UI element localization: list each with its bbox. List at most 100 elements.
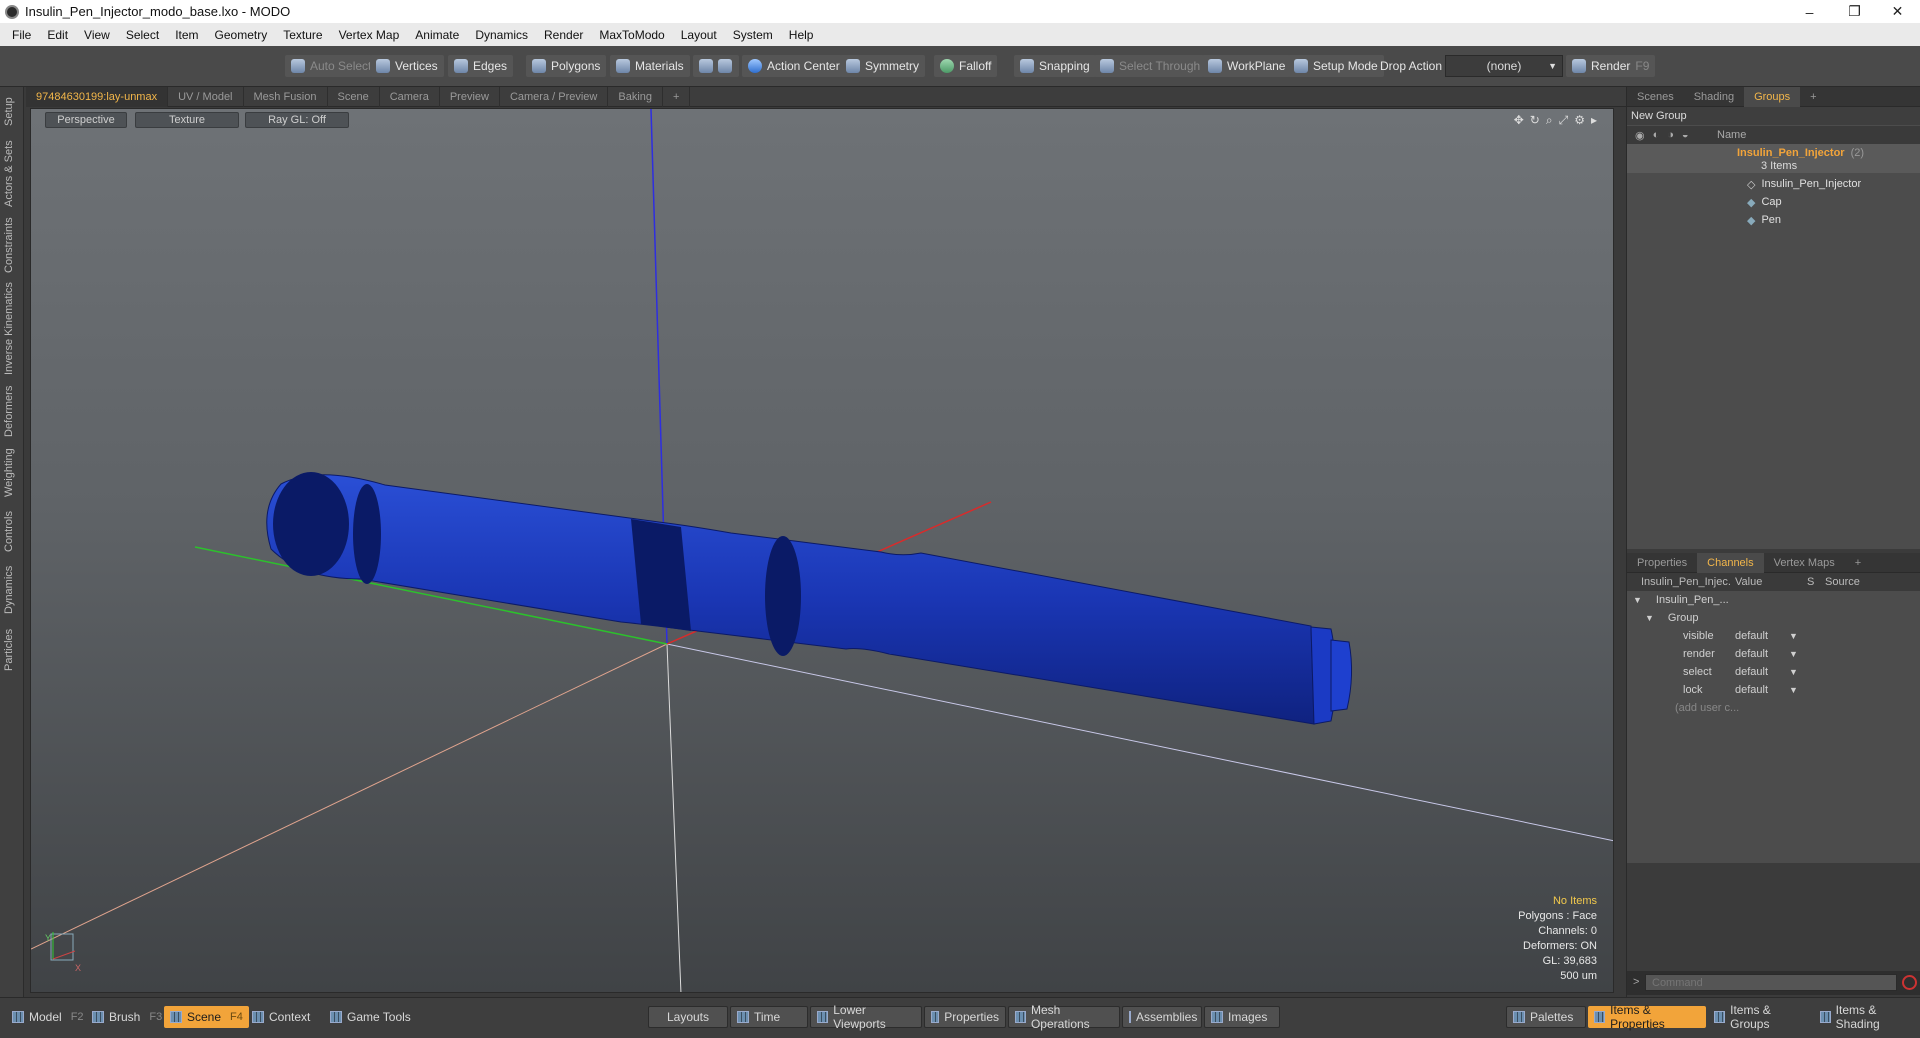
- channel-value[interactable]: default: [1731, 630, 1789, 642]
- add-properties-tab-button[interactable]: +: [1845, 553, 1871, 573]
- items-properties-button[interactable]: Items & Properties: [1588, 1003, 1706, 1031]
- layout-scene-button[interactable]: Scene F4: [164, 1006, 249, 1028]
- tab-deformers[interactable]: Deformers: [3, 383, 21, 439]
- add-panel-tab-button[interactable]: +: [1800, 87, 1826, 107]
- auto-select-button[interactable]: Auto Select: [285, 55, 378, 77]
- menu-file[interactable]: File: [4, 28, 39, 42]
- channel-row[interactable]: select default ▼: [1627, 663, 1920, 681]
- channel-row[interactable]: visible default ▼: [1627, 627, 1920, 645]
- menu-item[interactable]: Item: [167, 28, 206, 42]
- menu-view[interactable]: View: [76, 28, 118, 42]
- tab-vertex-maps[interactable]: Vertex Maps: [1764, 553, 1845, 573]
- assemblies-button[interactable]: Assemblies: [1122, 1006, 1202, 1028]
- polygons-button[interactable]: Polygons: [526, 55, 607, 77]
- time-button[interactable]: Time: [730, 1006, 808, 1028]
- tab-channels[interactable]: Channels: [1697, 552, 1764, 573]
- layout-brush-button[interactable]: Brush F3: [86, 1006, 168, 1028]
- images-button[interactable]: Images: [1204, 1006, 1280, 1028]
- menu-layout[interactable]: Layout: [673, 28, 725, 42]
- menu-edit[interactable]: Edit: [39, 28, 76, 42]
- tab-shading[interactable]: Shading: [1684, 87, 1744, 107]
- tab-uv-model[interactable]: UV / Model: [168, 86, 244, 107]
- group-child-row[interactable]: ◆ Pen: [1627, 211, 1920, 229]
- chevron-down-icon[interactable]: ▼: [1789, 649, 1798, 659]
- tab-controls[interactable]: Controls: [3, 507, 21, 557]
- render-button[interactable]: Render F9: [1566, 55, 1656, 77]
- add-user-channel-row[interactable]: (add user c...: [1627, 699, 1920, 717]
- workplane-button[interactable]: WorkPlane: [1202, 55, 1292, 77]
- eye-icon[interactable]: ◉: [1635, 129, 1645, 142]
- tab-actors-sets[interactable]: Actors & Sets: [3, 139, 21, 209]
- menu-render[interactable]: Render: [536, 28, 591, 42]
- drop-action-select[interactable]: (none) ▼: [1445, 55, 1563, 77]
- mesh-operations-button[interactable]: Mesh Operations: [1008, 1003, 1120, 1031]
- materials-button[interactable]: Materials: [610, 55, 690, 77]
- tab-particles[interactable]: Particles: [3, 623, 21, 677]
- tab-camera-preview[interactable]: Camera / Preview: [500, 86, 609, 107]
- layout-context-button[interactable]: Context: [246, 1006, 316, 1028]
- menu-animate[interactable]: Animate: [407, 28, 467, 42]
- command-input[interactable]: [1645, 974, 1897, 991]
- tab-setup[interactable]: Setup: [3, 91, 21, 133]
- shield-toggle-button[interactable]: [693, 55, 739, 77]
- snapping-button[interactable]: Snapping: [1014, 55, 1096, 77]
- tab-weighting[interactable]: Weighting: [3, 445, 21, 501]
- render-col-icon[interactable]: ◐: [1653, 129, 1660, 142]
- group-child-row[interactable]: ◇ Insulin_Pen_Injector: [1627, 175, 1920, 193]
- add-tab-button[interactable]: +: [663, 86, 691, 107]
- channel-value[interactable]: default: [1731, 684, 1789, 696]
- menu-select[interactable]: Select: [118, 28, 167, 42]
- lock-col-icon[interactable]: ◑: [1667, 129, 1674, 142]
- edges-button[interactable]: Edges: [448, 55, 514, 77]
- tab-scene[interactable]: Scene: [328, 86, 380, 107]
- tab-properties[interactable]: Properties: [1627, 553, 1697, 573]
- select-through-button[interactable]: Select Through: [1094, 55, 1207, 77]
- lower-viewports-button[interactable]: Lower Viewports: [810, 1003, 922, 1031]
- action-center-button[interactable]: Action Center: [742, 55, 846, 77]
- menu-help[interactable]: Help: [781, 28, 822, 42]
- channel-value[interactable]: default: [1731, 666, 1789, 678]
- pen-model[interactable]: [266, 472, 1353, 725]
- 3d-viewport[interactable]: Perspective Texture Ray GL: Off ✥ ↻ ⌕ ⤢ …: [30, 108, 1614, 993]
- close-button[interactable]: ✕: [1875, 0, 1920, 23]
- group-child-row[interactable]: ◆ Cap: [1627, 193, 1920, 211]
- channel-value[interactable]: default: [1731, 648, 1789, 660]
- tab-baking[interactable]: Baking: [608, 86, 664, 107]
- tab-groups[interactable]: Groups: [1744, 86, 1801, 107]
- chevron-down-icon[interactable]: ▼: [1789, 631, 1798, 641]
- tab-layout-unmax[interactable]: 97484630199:lay-unmax: [26, 86, 169, 107]
- channels-tree-group[interactable]: ▼ Group: [1627, 609, 1920, 627]
- menu-geometry[interactable]: Geometry: [207, 28, 276, 42]
- symmetry-button[interactable]: Symmetry: [840, 55, 925, 77]
- palettes-button[interactable]: Palettes: [1506, 1006, 1586, 1028]
- tab-mesh-fusion[interactable]: Mesh Fusion: [244, 86, 328, 107]
- items-shading-button[interactable]: Items & Shading: [1814, 1003, 1918, 1031]
- items-groups-button[interactable]: Items & Groups: [1708, 1003, 1812, 1031]
- chevron-down-icon[interactable]: ▼: [1789, 685, 1798, 695]
- minimize-button[interactable]: –: [1787, 0, 1832, 23]
- tab-scenes[interactable]: Scenes: [1627, 87, 1684, 107]
- channels-tree-root[interactable]: ▼ Insulin_Pen_...: [1627, 591, 1920, 609]
- tab-inverse-kinematics[interactable]: Inverse Kinematics: [3, 281, 21, 377]
- new-group-button[interactable]: New Group: [1627, 107, 1920, 125]
- menu-system[interactable]: System: [725, 28, 781, 42]
- tab-dynamics[interactable]: Dynamics: [3, 563, 21, 617]
- tab-constraints[interactable]: Constraints: [3, 215, 21, 275]
- restore-button[interactable]: ❐: [1832, 0, 1877, 23]
- menu-texture[interactable]: Texture: [275, 28, 330, 42]
- channel-row[interactable]: render default ▼: [1627, 645, 1920, 663]
- tab-preview[interactable]: Preview: [440, 86, 500, 107]
- falloff-button[interactable]: Falloff: [934, 55, 998, 77]
- setup-mode-button[interactable]: Setup Mode: [1288, 55, 1384, 77]
- record-icon[interactable]: [1902, 975, 1917, 990]
- vertices-button[interactable]: Vertices: [370, 55, 444, 77]
- layout-model-button[interactable]: Model F2: [6, 1006, 90, 1028]
- properties-button[interactable]: Properties: [924, 1006, 1006, 1028]
- layout-game-tools-button[interactable]: Game Tools: [324, 1006, 417, 1028]
- chevron-down-icon[interactable]: ▼: [1789, 667, 1798, 677]
- menu-dynamics[interactable]: Dynamics: [467, 28, 536, 42]
- tab-camera[interactable]: Camera: [380, 86, 440, 107]
- layouts-button[interactable]: Layouts: [648, 1006, 728, 1028]
- menu-maxtomodo[interactable]: MaxToModo: [591, 28, 672, 42]
- channel-row[interactable]: lock default ▼: [1627, 681, 1920, 699]
